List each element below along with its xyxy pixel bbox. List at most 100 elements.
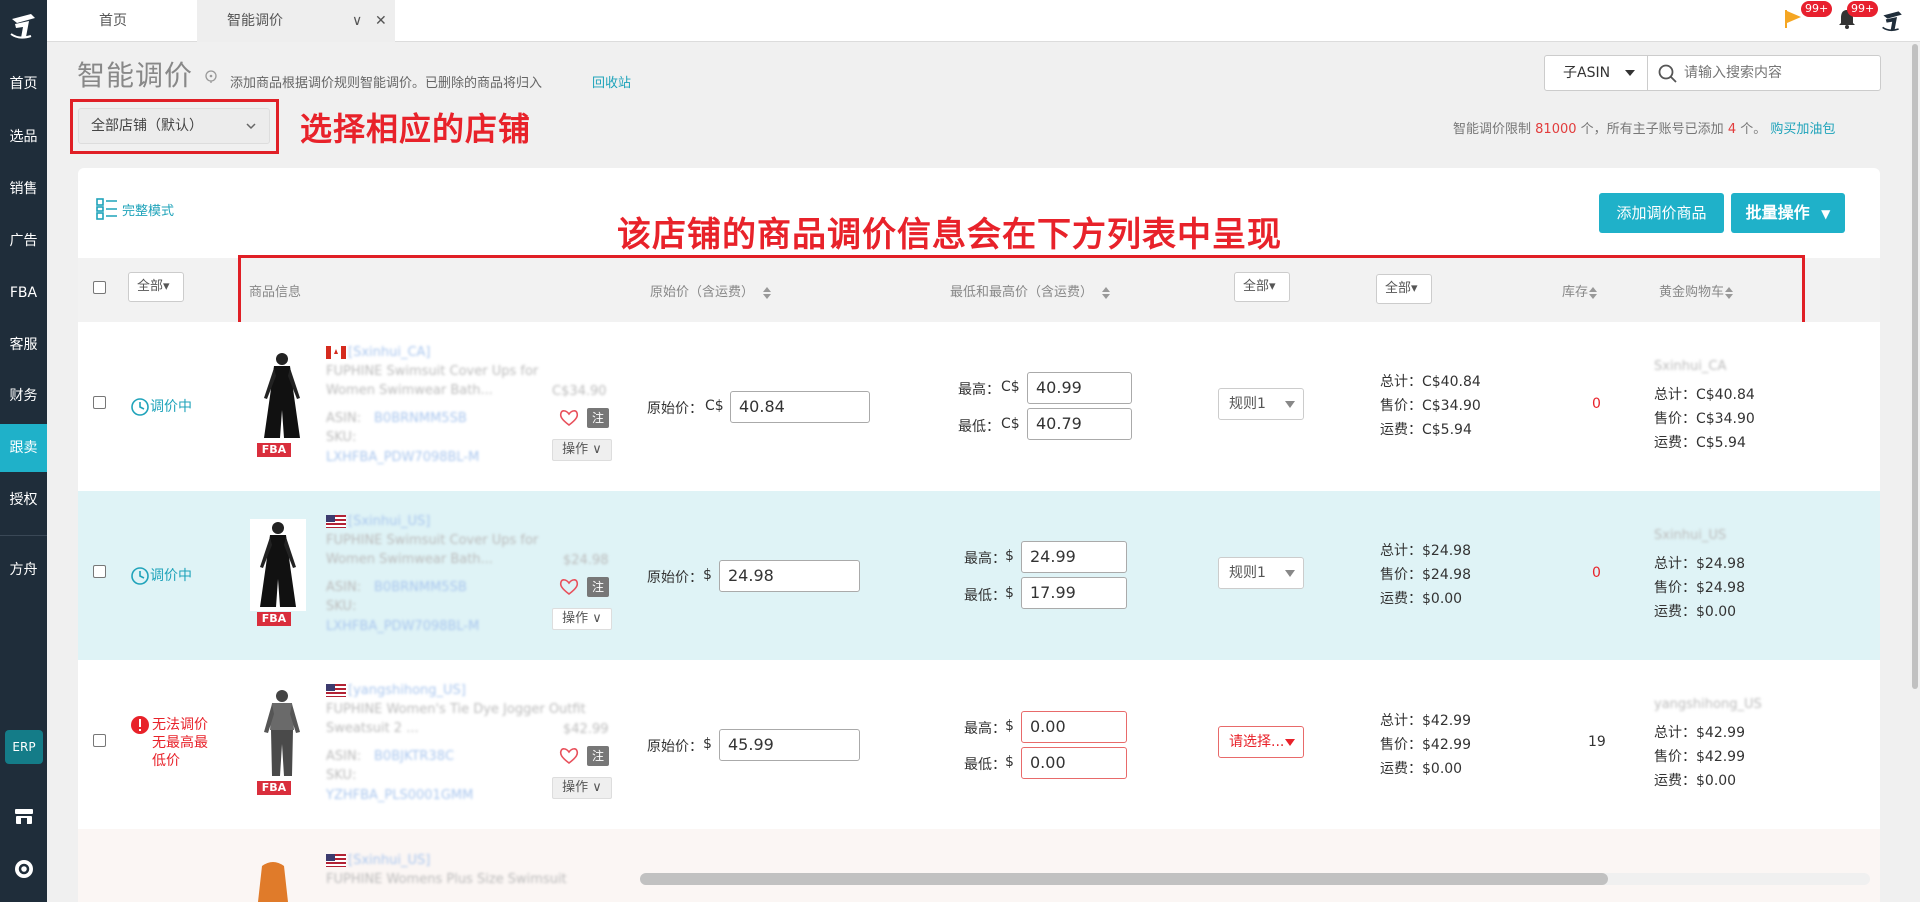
min-price-input[interactable]: 17.99	[1021, 577, 1127, 609]
status-pricing: 调价中	[130, 396, 192, 417]
asin-label: ASIN:	[326, 411, 362, 426]
heart-icon[interactable]	[559, 747, 579, 765]
store-icon[interactable]	[12, 804, 36, 828]
rule-select[interactable]: 规则1	[1218, 557, 1304, 589]
max-price-input[interactable]: 0.00	[1021, 711, 1127, 743]
avatar[interactable]	[1881, 8, 1905, 34]
bb-sale-value: $42.99	[1696, 749, 1745, 765]
product-title-line1[interactable]: FUPHINE Swimsuit Cover Ups for	[326, 531, 538, 550]
original-price-input[interactable]: 45.99	[719, 729, 860, 761]
sidebar-item-follow-sell[interactable]: 跟卖	[0, 424, 47, 472]
heart-icon[interactable]	[559, 578, 579, 596]
product-store[interactable]: [Sxinhui_CA]	[348, 343, 431, 362]
product-title-line1[interactable]: FUPHINE Womens Plus Size Swimsuit	[326, 870, 567, 889]
currency-label: $	[1005, 754, 1014, 770]
chevron-down-icon[interactable]: ∨	[352, 0, 362, 42]
vertical-scrollbar[interactable]	[1912, 44, 1918, 689]
rule-value: 请选择...	[1229, 734, 1285, 750]
flag-badge: 99+	[1801, 1, 1833, 17]
support-icon[interactable]	[12, 857, 36, 881]
currency-label: $	[1005, 548, 1014, 564]
horizontal-scrollbar[interactable]	[640, 873, 1608, 885]
note-button[interactable]: 注	[587, 408, 609, 428]
sku-value[interactable]: YZHFBA_PLS0001GMM	[326, 786, 473, 805]
list-mode-icon	[96, 198, 117, 220]
full-mode-label: 完整模式	[122, 204, 175, 219]
product-image[interactable]	[250, 519, 306, 611]
pricing-limit-text: 智能调价限制 81000 个，所有主子账号已添加 4 个。 购买加油包	[1453, 118, 1835, 137]
operation-button[interactable]: 操作 ∨	[552, 439, 612, 461]
asin-value[interactable]: B0BJKTR38C	[374, 747, 454, 766]
shipping-value: $0.00	[1422, 591, 1463, 607]
product-title-line1[interactable]: FUPHINE Women's Tie Dye Jogger Outfit	[326, 700, 586, 719]
total-label: 总计：	[1654, 387, 1696, 403]
filter-all-select[interactable]: 全部▾	[128, 272, 184, 302]
original-price-input[interactable]: 40.84	[730, 391, 870, 423]
max-price-label: 最高：	[964, 721, 1006, 737]
currency-label: C$	[1001, 416, 1020, 432]
sidebar-item-ark[interactable]: 方舟	[0, 546, 47, 594]
max-price-input[interactable]: 40.99	[1027, 372, 1132, 404]
erp-button[interactable]: ERP	[5, 730, 43, 764]
operation-button[interactable]: 操作 ∨	[552, 608, 612, 630]
min-price-input[interactable]: 40.79	[1027, 408, 1132, 440]
recycle-bin-link[interactable]: 回收站	[592, 72, 631, 91]
tab-home[interactable]: 首页	[99, 0, 127, 42]
sku-value[interactable]: LXHFBA_PDW7098BL-M	[326, 617, 479, 636]
fba-badge: FBA	[257, 612, 291, 626]
note-button[interactable]: 注	[587, 746, 609, 766]
row-checkbox[interactable]	[93, 565, 106, 578]
product-image[interactable]	[254, 350, 310, 442]
product-title-line2[interactable]: Women Swimwear Bath...	[326, 550, 493, 569]
product-image[interactable]	[250, 858, 296, 902]
limit-suffix: 个。	[1740, 122, 1767, 137]
sidebar-item-fba[interactable]: FBA	[0, 269, 47, 317]
sidebar-item-finance[interactable]: 财务	[0, 372, 47, 420]
caret-down-icon	[1625, 70, 1635, 76]
close-icon[interactable]: ✕	[375, 0, 387, 42]
add-pricing-product-button[interactable]: 添加调价商品	[1599, 193, 1724, 233]
app-logo-icon[interactable]	[9, 10, 39, 42]
bb-sale-value: $24.98	[1696, 580, 1745, 596]
caret-down-icon	[1285, 570, 1295, 577]
rule-value: 规则1	[1229, 396, 1266, 412]
sidebar-item-ads[interactable]: 广告	[0, 217, 47, 265]
info-icon[interactable]	[204, 70, 218, 84]
product-title-line1[interactable]: FUPHINE Swimsuit Cover Ups for	[326, 362, 538, 381]
total-label: 总计：	[1380, 543, 1422, 559]
sku-value[interactable]: LXHFBA_PDW7098BL-M	[326, 448, 479, 467]
search-type-select[interactable]: 子ASIN	[1544, 55, 1648, 91]
total-value: $24.98	[1422, 543, 1471, 559]
price-summary: 总计：$42.99 售价：$42.99 运费：$0.00	[1380, 709, 1471, 781]
product-title-line2[interactable]: Women Swimwear Bath...	[326, 381, 493, 400]
asin-label: ASIN:	[326, 580, 362, 595]
select-all-checkbox[interactable]	[93, 281, 106, 294]
sidebar-item-sales[interactable]: 销售	[0, 165, 47, 213]
product-title-line2[interactable]: Sweatsuit 2 ...	[326, 719, 419, 738]
batch-operation-button[interactable]: 批量操作 ▼	[1731, 193, 1845, 233]
row-checkbox[interactable]	[93, 734, 106, 747]
rule-select[interactable]: 请选择...	[1218, 726, 1304, 758]
asin-value[interactable]: B0BRNMM5SB	[374, 578, 467, 597]
max-price-input[interactable]: 24.99	[1021, 541, 1127, 573]
heart-icon[interactable]	[559, 409, 579, 427]
min-price-input[interactable]: 0.00	[1021, 747, 1127, 779]
tab-smart-pricing[interactable]: 智能调价 ∨ ✕	[197, 0, 395, 42]
search-input[interactable]	[1684, 62, 1874, 84]
product-store[interactable]: [yangshihong_US]	[348, 681, 466, 700]
sidebar-item-home[interactable]: 首页	[0, 60, 47, 108]
asin-value[interactable]: B0BRNMM5SB	[374, 409, 467, 428]
buy-package-link[interactable]: 购买加油包	[1770, 122, 1835, 137]
original-price-input[interactable]: 24.98	[719, 560, 860, 592]
product-store[interactable]: [Sxinhui_US]	[348, 512, 430, 531]
sidebar-item-service[interactable]: 客服	[0, 321, 47, 369]
sidebar-item-auth[interactable]: 授权	[0, 476, 47, 524]
product-store[interactable]: [Sxinhui_US]	[348, 851, 430, 870]
sidebar-item-selection[interactable]: 选品	[0, 113, 47, 161]
buybox-summary: 总计：$42.99 售价：$42.99 运费：$0.00	[1654, 721, 1745, 793]
product-image[interactable]	[254, 688, 310, 780]
operation-button[interactable]: 操作 ∨	[552, 777, 612, 799]
note-button[interactable]: 注	[587, 577, 609, 597]
rule-select[interactable]: 规则1	[1218, 388, 1304, 420]
row-checkbox[interactable]	[93, 396, 106, 409]
